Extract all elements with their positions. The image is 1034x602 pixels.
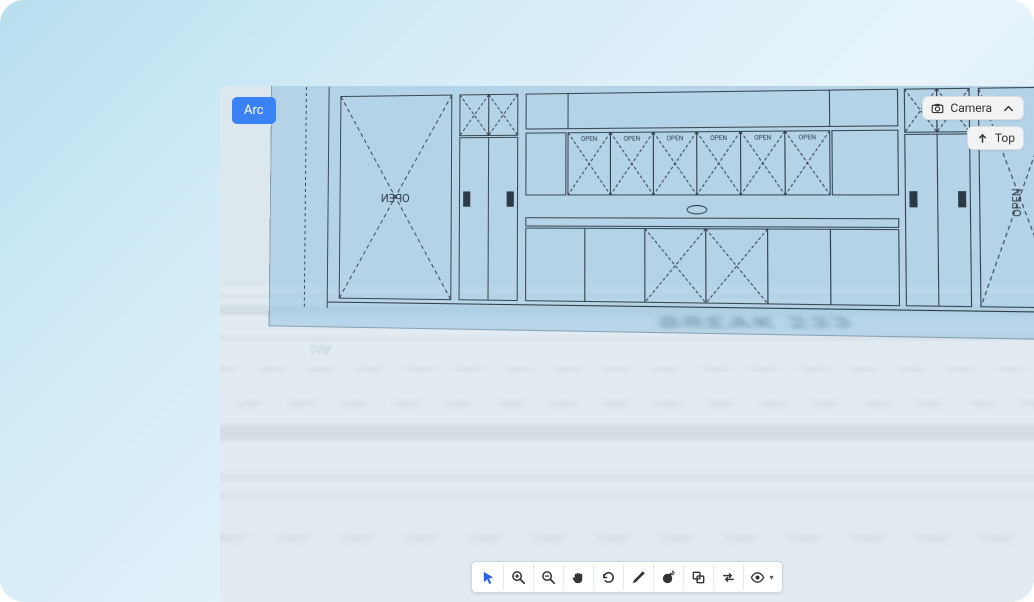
- clone-icon: [691, 570, 706, 585]
- rotate-icon: [601, 570, 616, 585]
- svg-text:OPEN: OPEN: [799, 135, 817, 142]
- svg-text:OPEN: OPEN: [710, 136, 727, 143]
- elevation-wall: OPEN OPEN OPEN OPEN OPEN OPEN OPEN OPEN: [269, 86, 1034, 340]
- camera-panel: Camera Top: [922, 96, 1024, 150]
- open-label-left: OPEN: [381, 192, 410, 205]
- pointer-icon: [481, 570, 496, 585]
- visibility-tool-button[interactable]: ▾: [744, 564, 780, 590]
- svg-text:OPEN: OPEN: [581, 137, 598, 143]
- arc-badge[interactable]: Arc: [232, 97, 276, 124]
- app-frame: Arc Camera Top: [0, 0, 1034, 602]
- bottom-toolbar: ▾: [471, 561, 783, 593]
- hand-icon: [571, 570, 586, 585]
- bomb-tool-button[interactable]: [654, 564, 684, 590]
- chevron-up-icon: [1002, 102, 1015, 115]
- arc-badge-label: Arc: [244, 103, 264, 118]
- pencil-icon: [631, 570, 646, 585]
- camera-label: Camera: [950, 101, 992, 115]
- zoom-out-button[interactable]: [534, 564, 564, 590]
- pencil-tool-button[interactable]: [624, 564, 654, 590]
- zoom-in-icon: [511, 570, 526, 585]
- swap-icon: [721, 570, 736, 585]
- open-label-right: OPEN: [1011, 188, 1025, 217]
- camera-icon: [931, 102, 944, 115]
- svg-text:OPEN: OPEN: [667, 136, 684, 142]
- arc-reflection-label: Arc: [310, 341, 331, 357]
- svg-text:OPEN: OPEN: [623, 136, 640, 142]
- zoom-in-button[interactable]: [504, 564, 534, 590]
- viewport-3d[interactable]: BREAK 233 Arc: [220, 86, 1034, 602]
- bomb-icon: [661, 570, 676, 585]
- rotate-tool-button[interactable]: [594, 564, 624, 590]
- eye-icon: [750, 570, 765, 585]
- svg-text:OPEN: OPEN: [754, 135, 771, 142]
- arrow-up-icon: [976, 132, 989, 145]
- pointer-tool-button[interactable]: [474, 564, 504, 590]
- zoom-out-icon: [541, 570, 556, 585]
- clone-tool-button[interactable]: [684, 564, 714, 590]
- pan-tool-button[interactable]: [564, 564, 594, 590]
- camera-top-button[interactable]: Top: [967, 126, 1024, 150]
- camera-top-label: Top: [995, 131, 1015, 145]
- chevron-down-icon: ▾: [769, 573, 773, 582]
- swap-tool-button[interactable]: [714, 564, 744, 590]
- camera-button[interactable]: Camera: [922, 96, 1024, 120]
